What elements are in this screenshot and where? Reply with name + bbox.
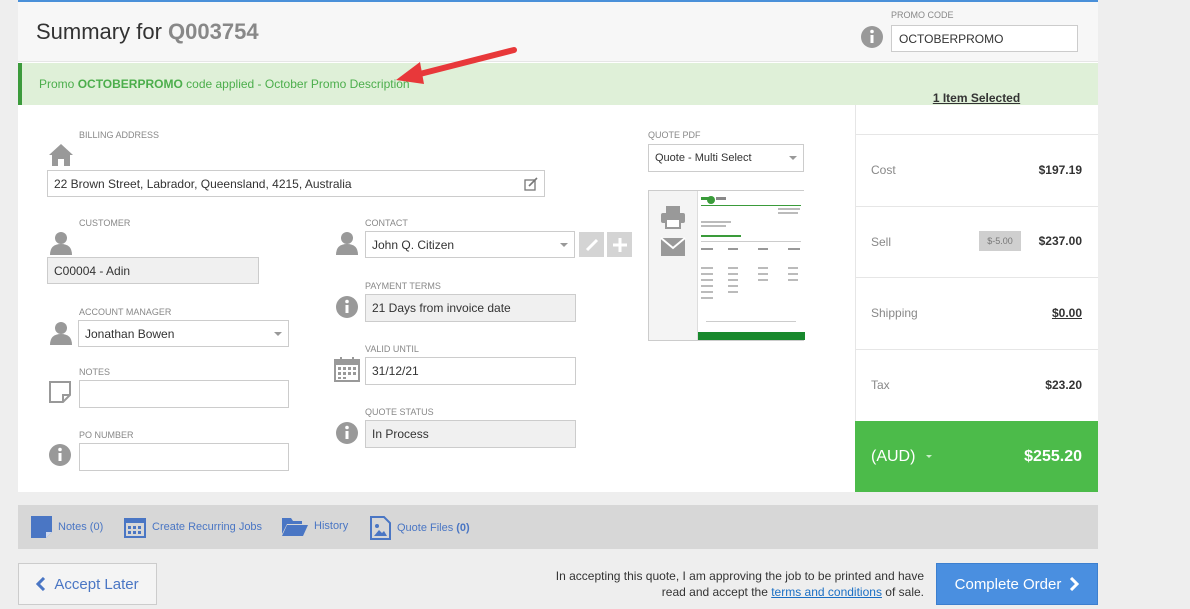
chevron-down-icon (274, 331, 282, 336)
account-manager-label: ACCOUNT MANAGER (79, 307, 172, 317)
promo-code-input[interactable] (891, 25, 1078, 52)
customer-value: C00004 - Adin (54, 263, 131, 278)
terms-prefix: read and accept the (661, 585, 768, 599)
folder-open-icon (282, 518, 308, 536)
payment-terms-label: PAYMENT TERMS (365, 281, 441, 291)
history-tab[interactable]: History (282, 516, 348, 536)
complete-order-button[interactable]: Complete Order (936, 563, 1098, 605)
info-icon (336, 296, 358, 318)
calendar-icon (124, 518, 146, 538)
tax-label: Tax (871, 378, 890, 392)
currency-value: (AUD) (871, 448, 916, 465)
document-thumbnail-icon (698, 196, 805, 340)
sell-value: $237.00 (1038, 234, 1082, 248)
user-icon (50, 232, 72, 255)
quote-files-count: (0) (456, 522, 470, 534)
complete-order-label: Complete Order (954, 575, 1062, 593)
valid-until-label: VALID UNTIL (365, 344, 419, 354)
user-icon (336, 232, 358, 255)
info-icon (49, 444, 71, 466)
calendar-icon (334, 357, 360, 382)
cost-value: $197.19 (1038, 163, 1082, 177)
add-contact-button[interactable] (607, 232, 632, 257)
pencil-icon (585, 238, 598, 251)
info-icon (861, 26, 883, 48)
quote-pdf-select[interactable]: Quote - Multi Select (648, 144, 804, 172)
valid-until-input[interactable]: 31/12/21 (365, 357, 576, 385)
quote-id: Q003754 (168, 19, 259, 44)
terms-text: In accepting this quote, I am approving … (520, 568, 924, 600)
contact-value: John Q. Citizen (372, 237, 455, 252)
tax-value: $23.20 (1045, 378, 1082, 392)
page-title: Summary for Q003754 (36, 19, 259, 45)
pdf-thumbnail[interactable] (697, 191, 805, 340)
contact-select[interactable]: John Q. Citizen (365, 231, 575, 258)
chevron-right-icon (1070, 577, 1080, 591)
shipping-value[interactable]: $0.00 (1030, 306, 1082, 320)
contact-label: CONTACT (365, 218, 408, 228)
edit-icon[interactable] (524, 176, 538, 191)
quote-status-field: In Process (365, 420, 576, 448)
notes-label: NOTES (79, 367, 111, 377)
account-manager-value: Jonathan Bowen (85, 326, 175, 341)
print-icon[interactable] (660, 205, 686, 229)
note-icon (31, 516, 52, 538)
create-recurring-jobs-label: Create Recurring Jobs (152, 521, 263, 533)
total-value: $255.20 (1024, 448, 1082, 465)
create-recurring-jobs-tab[interactable]: Create Recurring Jobs (124, 516, 262, 538)
quote-files-tab[interactable]: Quote Files (0) (370, 516, 470, 540)
quote-files-label: Quote Files (397, 522, 454, 534)
edit-contact-button[interactable] (579, 232, 604, 257)
terms-line-2: read and accept the terms and conditions… (520, 584, 924, 600)
promo-code-label: PROMO CODE (891, 10, 954, 20)
shipping-label: Shipping (871, 306, 918, 320)
quote-pdf-label: QUOTE PDF (648, 130, 701, 140)
valid-until-value: 31/12/21 (372, 364, 419, 378)
chevron-down-icon (925, 455, 932, 459)
sell-label: Sell (871, 235, 892, 249)
email-icon[interactable] (660, 237, 686, 257)
chevron-left-icon (36, 577, 46, 591)
account-manager-select[interactable]: Jonathan Bowen (78, 320, 289, 347)
notes-tab-label: Notes (0) (58, 521, 104, 533)
quote-pdf-value: Quote - Multi Select (655, 152, 752, 164)
promo-code-bold: OCTOBERPROMO (77, 77, 183, 91)
info-icon (336, 422, 358, 444)
terms-suffix: of sale. (885, 585, 924, 599)
quote-status-value: In Process (372, 427, 429, 441)
currency-select[interactable]: (AUD) (871, 448, 932, 466)
title-prefix: Summary for (36, 19, 162, 44)
billing-address-label: BILLING ADDRESS (79, 130, 160, 140)
quote-status-label: QUOTE STATUS (365, 407, 434, 417)
accept-later-label: Accept Later (54, 575, 139, 593)
terms-and-conditions-link[interactable]: terms and conditions (771, 585, 882, 599)
items-selected-link[interactable]: 1 Item Selected (855, 91, 1098, 105)
notes-tab[interactable]: Notes (0) (31, 516, 103, 538)
notes-input[interactable] (79, 380, 289, 408)
promo-prefix: Promo (39, 77, 75, 91)
billing-address-value: 22 Brown Street, Labrador, Queensland, 4… (54, 176, 352, 191)
promo-applied-text: Promo OCTOBERPROMO code applied - Octobe… (39, 77, 410, 91)
accept-later-button[interactable]: Accept Later (18, 563, 157, 605)
chevron-down-icon (789, 156, 797, 160)
billing-address-field[interactable]: 22 Brown Street, Labrador, Queensland, 4… (47, 170, 545, 197)
terms-line-1: In accepting this quote, I am approving … (555, 569, 924, 583)
plus-icon (612, 237, 627, 252)
discount-badge: $-5.00 (979, 231, 1021, 251)
home-icon (49, 144, 73, 166)
chevron-down-icon (560, 242, 568, 247)
payment-terms-value: 21 Days from invoice date (372, 301, 511, 315)
history-label: History (314, 520, 349, 532)
po-number-label: PO NUMBER (79, 430, 134, 440)
payment-terms-field: 21 Days from invoice date (365, 294, 576, 322)
annotation-arrow-icon (396, 47, 517, 84)
po-number-input[interactable] (79, 443, 289, 471)
cost-label: Cost (871, 163, 896, 177)
sticky-note-icon (49, 381, 71, 403)
customer-label: CUSTOMER (79, 218, 131, 228)
promo-suffix: code applied - October Promo Description (186, 77, 410, 91)
customer-field: C00004 - Adin (47, 257, 259, 284)
user-icon (50, 322, 72, 345)
image-file-icon (370, 516, 391, 540)
